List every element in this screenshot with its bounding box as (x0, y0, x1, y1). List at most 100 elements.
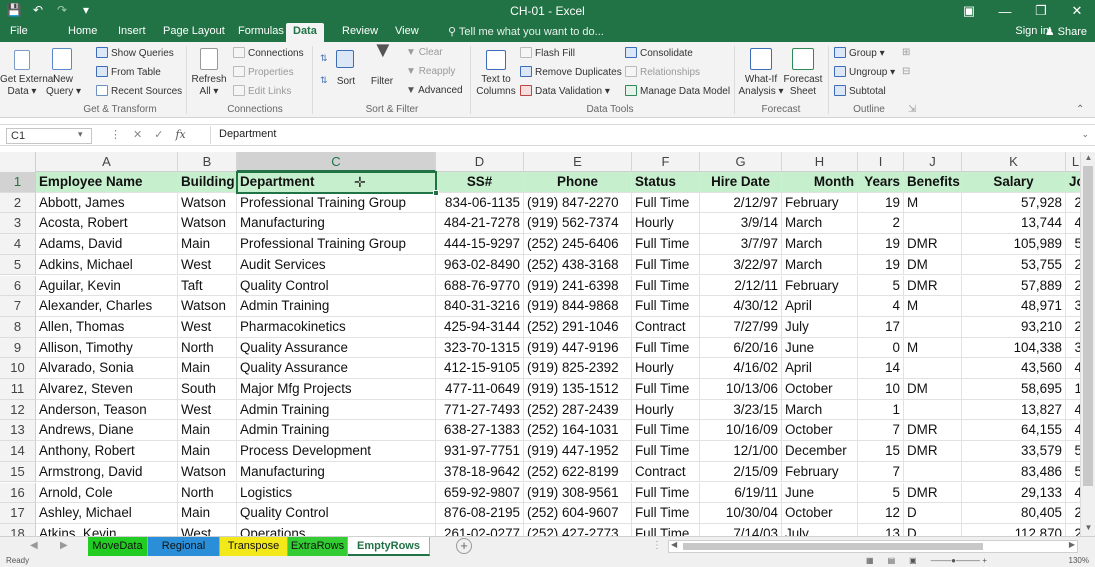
manage-data-model-button[interactable]: Manage Data Model (625, 85, 730, 98)
cell-department[interactable]: Quality Control (237, 275, 436, 297)
cell-phone[interactable]: (252) 622-8199 (524, 461, 632, 483)
cell-benefits[interactable]: DMR (904, 482, 962, 504)
cell-employee-name[interactable]: Alvarez, Steven (36, 379, 178, 400)
cell-ssn[interactable]: 876-08-2195 (436, 503, 524, 524)
remove-duplicates-button[interactable]: Remove Duplicates (520, 66, 622, 79)
cell-phone[interactable]: (252) 438-3168 (524, 254, 632, 276)
recent-sources-button[interactable]: Recent Sources (96, 85, 182, 98)
cell-department[interactable]: Admin Training (237, 399, 436, 421)
cell-month[interactable]: April (782, 296, 858, 317)
sheet-tab-emptyrows[interactable]: EmptyRows (348, 537, 430, 556)
page-layout-view-icon[interactable]: ▤ (888, 556, 896, 565)
subtotal-button[interactable]: Subtotal (834, 85, 886, 98)
cell-building[interactable]: South (178, 379, 237, 400)
cell-phone[interactable]: (919) 562-7374 (524, 213, 632, 235)
what-if-analysis-button[interactable]: What-If Analysis ▾ (738, 74, 784, 98)
cell-employee-name[interactable]: Armstrong, David (36, 461, 178, 483)
cell-hire-date[interactable]: 3/23/15 (700, 399, 782, 421)
cell-status[interactable]: Full Time (632, 337, 700, 359)
cell-status[interactable]: Contract (632, 461, 700, 483)
cell-phone[interactable]: (919) 447-1952 (524, 441, 632, 462)
horizontal-scroll-thumb[interactable] (683, 543, 983, 550)
cell-years[interactable]: 2 (858, 213, 904, 235)
cell-salary[interactable]: 93,210 (962, 316, 1066, 338)
header-cell-employee-name[interactable]: Employee Name (36, 172, 178, 193)
cell-salary[interactable]: 29,133 (962, 482, 1066, 504)
cell-years[interactable]: 4 (858, 296, 904, 317)
tab-view[interactable]: View (395, 25, 419, 37)
row-header[interactable]: 2 (0, 192, 36, 214)
cell-status[interactable]: Full Time (632, 503, 700, 524)
cell-benefits[interactable]: DMR (904, 234, 962, 255)
cell-phone[interactable]: (252) 245-6406 (524, 234, 632, 255)
sheet-tab-regional[interactable]: Regional (148, 537, 220, 556)
cell-years[interactable]: 14 (858, 358, 904, 379)
tab-home[interactable]: Home (68, 25, 97, 37)
row-header[interactable]: 18 (0, 523, 36, 536)
cell-salary[interactable]: 43,560 (962, 358, 1066, 379)
cell-salary[interactable]: 53,755 (962, 254, 1066, 276)
cell-ssn[interactable]: 834-06-1135 (436, 192, 524, 214)
row-header[interactable]: 3 (0, 213, 36, 235)
cell-department[interactable]: Process Development (237, 441, 436, 462)
cell-status[interactable]: Full Time (632, 379, 700, 400)
cell-month[interactable]: March (782, 213, 858, 235)
zoom-slider[interactable]: –——●——— + (931, 556, 987, 565)
cell-employee-name[interactable]: Ashley, Michael (36, 503, 178, 524)
row-header[interactable]: 17 (0, 503, 36, 524)
cell-employee-name[interactable]: Aguilar, Kevin (36, 275, 178, 297)
cell-employee-name[interactable]: Alvarado, Sonia (36, 358, 178, 379)
cell-month[interactable]: October (782, 420, 858, 442)
cell-ssn[interactable]: 425-94-3144 (436, 316, 524, 338)
cell-building[interactable]: Main (178, 420, 237, 442)
new-sheet-icon[interactable]: + (456, 538, 472, 554)
prev-sheet-icon[interactable]: ◀ (30, 540, 38, 551)
cell-salary[interactable]: 57,928 (962, 192, 1066, 214)
cell-building[interactable]: Main (178, 441, 237, 462)
header-cell-building[interactable]: Building (178, 172, 237, 193)
row-header[interactable]: 11 (0, 379, 36, 400)
cell-building[interactable]: West (178, 254, 237, 276)
sort-az-icon[interactable]: ⇅ (320, 52, 328, 64)
cell-hire-date[interactable]: 7/14/03 (700, 523, 782, 536)
cell-phone[interactable]: (919) 241-6398 (524, 275, 632, 297)
cell-salary[interactable]: 13,744 (962, 213, 1066, 235)
advanced-button[interactable]: ▼ Advanced (406, 85, 463, 97)
cell-phone[interactable]: (919) 135-1512 (524, 379, 632, 400)
edit-links-button[interactable]: Edit Links (233, 85, 291, 98)
new-query-button[interactable]: New Query ▾ (46, 74, 81, 98)
sheet-tab-extrarows[interactable]: ExtraRows (288, 537, 348, 556)
cell-employee-name[interactable]: Adkins, Michael (36, 254, 178, 276)
cell-status[interactable]: Full Time (632, 482, 700, 504)
tab-formulas[interactable]: Formulas (238, 25, 284, 37)
cell-ssn[interactable]: 638-27-1383 (436, 420, 524, 442)
scroll-left-icon[interactable]: ◀ (671, 540, 677, 549)
vertical-scrollbar[interactable]: ▲ ▼ (1080, 152, 1095, 536)
cell-department[interactable]: Major Mfg Projects (237, 379, 436, 400)
refresh-all-button[interactable]: Refresh All ▾ (190, 74, 228, 98)
sheet-tab-movedata[interactable]: MoveData (88, 537, 148, 556)
tab-split-handle[interactable]: ⋮ (652, 540, 662, 551)
cell-salary[interactable]: 104,338 (962, 337, 1066, 359)
row-header[interactable]: 9 (0, 337, 36, 359)
cell-building[interactable]: West (178, 316, 237, 338)
cell-hire-date[interactable]: 4/30/12 (700, 296, 782, 317)
header-cell-salary[interactable]: Salary (962, 172, 1066, 193)
cell-month[interactable]: April (782, 358, 858, 379)
cell-ssn[interactable]: 931-97-7751 (436, 441, 524, 462)
scroll-up-icon[interactable]: ▲ (1081, 153, 1095, 165)
row-header[interactable]: 4 (0, 234, 36, 255)
reapply-button[interactable]: ▼ Reapply (406, 66, 455, 78)
scroll-right-icon[interactable]: ▶ (1069, 540, 1075, 549)
cell-building[interactable]: North (178, 482, 237, 504)
cell-years[interactable]: 0 (858, 337, 904, 359)
cell-years[interactable]: 19 (858, 192, 904, 214)
cell-salary[interactable]: 83,486 (962, 461, 1066, 483)
cell-benefits[interactable]: DMR (904, 275, 962, 297)
forecast-sheet-button[interactable]: Forecast Sheet (782, 74, 824, 98)
worksheet-grid[interactable]: ABCDEFGHIJKL 1 Employee Name Building Depar… (0, 152, 1095, 536)
get-external-data-button[interactable]: Get External Data ▾ (0, 74, 56, 98)
header-cell-phone[interactable]: Phone (524, 172, 632, 193)
name-box-dropdown-icon[interactable]: ▾ (78, 129, 83, 140)
cell-employee-name[interactable]: Adams, David (36, 234, 178, 255)
